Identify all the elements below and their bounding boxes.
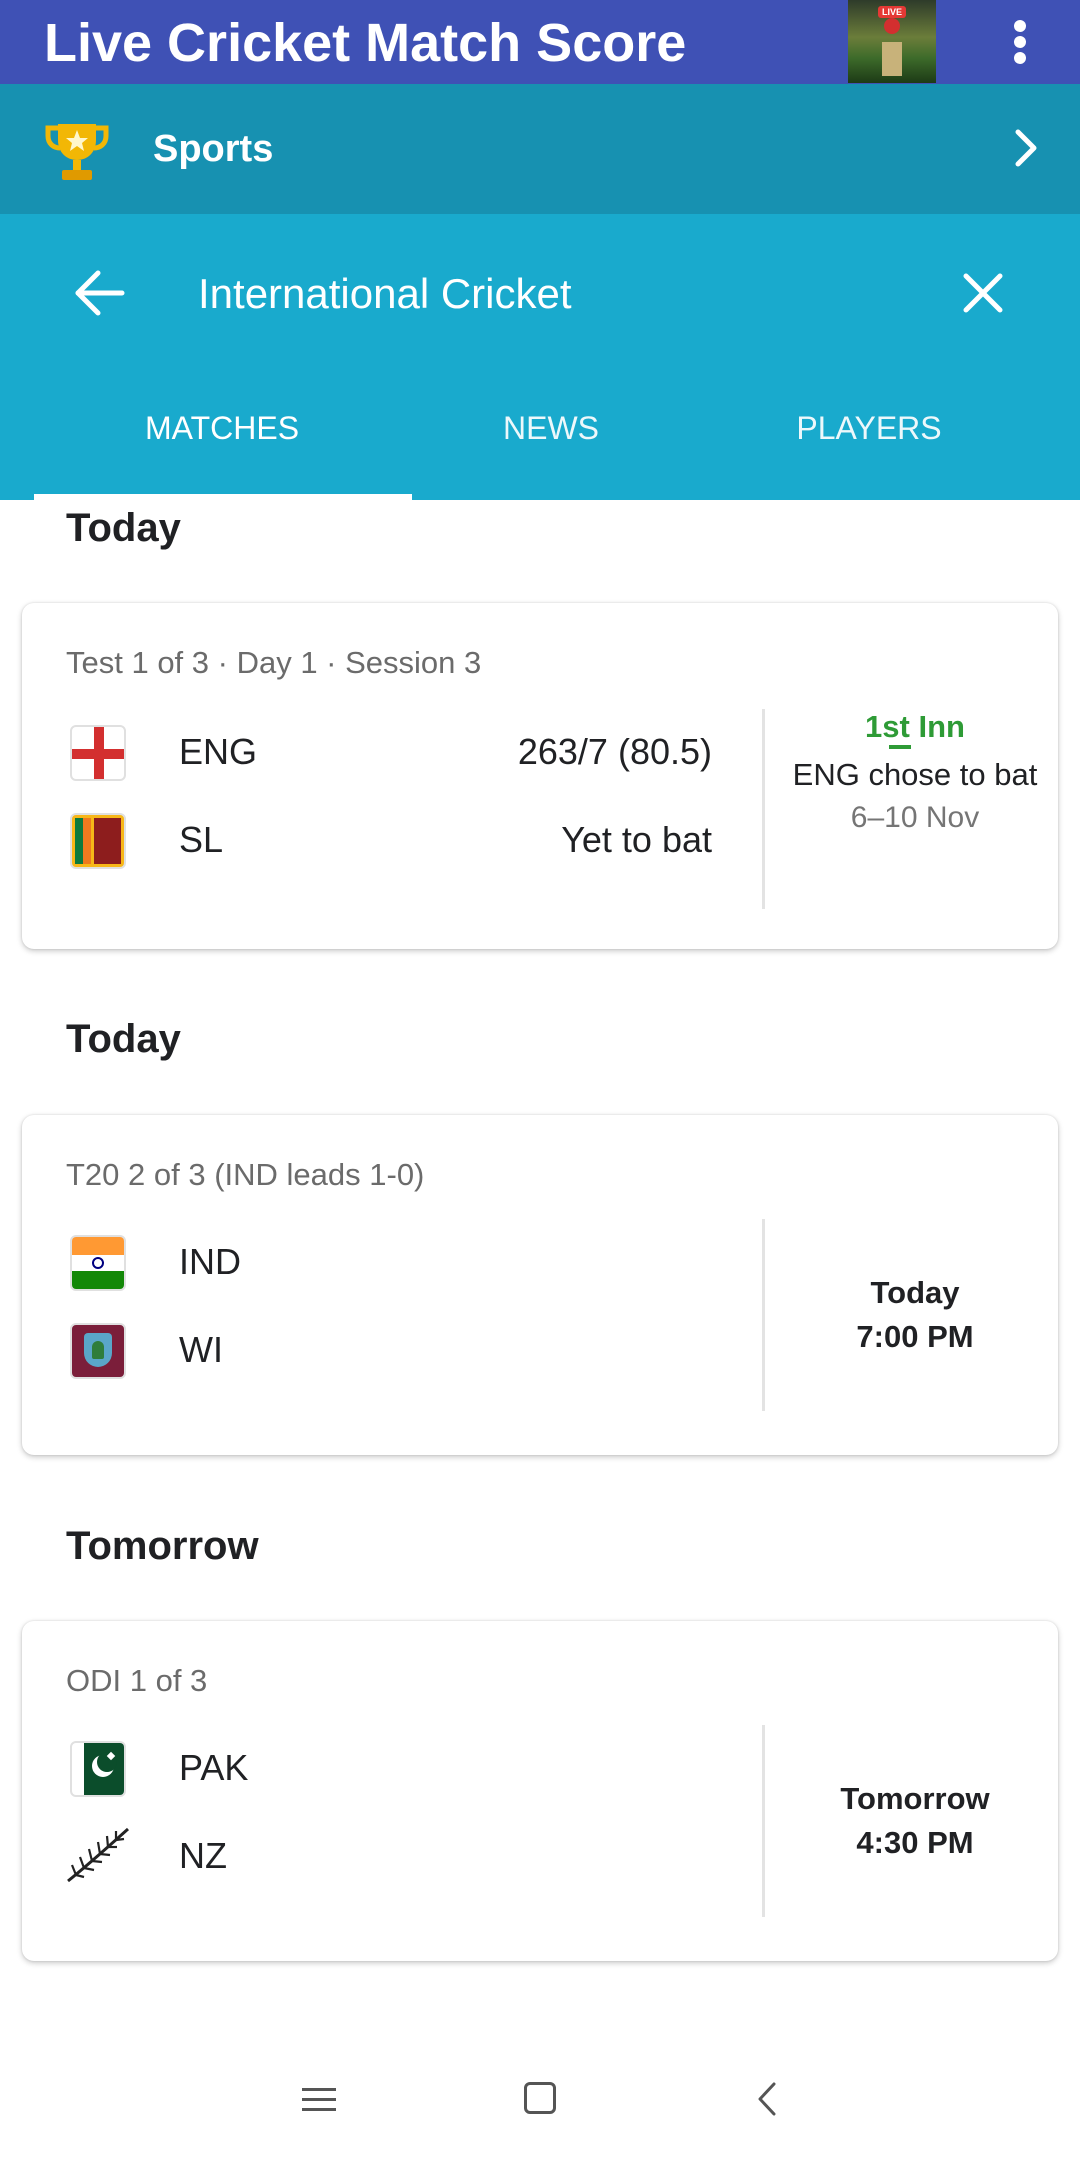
pitch-graphic: [882, 42, 902, 76]
team-name: WI: [179, 1329, 223, 1370]
new-zealand-fern-icon: [67, 1827, 130, 1883]
search-header: International Cricket MATCHES NEWS PLAYE…: [0, 214, 1080, 500]
more-vert-icon[interactable]: [1000, 12, 1040, 72]
sri-lanka-flag-icon: [70, 813, 126, 869]
team-name: NZ: [179, 1835, 227, 1876]
tab-matches[interactable]: MATCHES: [34, 410, 410, 447]
section-title: Today: [66, 506, 181, 550]
innings-label: 1st Inn: [865, 709, 965, 744]
cricket-ball-icon: [884, 18, 900, 34]
match-dates: 6–10 Nov: [850, 801, 980, 834]
live-thumbnail[interactable]: LIVE: [848, 0, 936, 83]
tab-players[interactable]: PLAYERS: [692, 410, 1046, 447]
match-subtitle: ODI 1 of 3: [66, 1663, 208, 1698]
match-status: Tomorrow 4:30 PM: [792, 1777, 1038, 1865]
arrow-back-icon[interactable]: [70, 264, 128, 322]
section-title: Tomorrow: [66, 1524, 259, 1568]
england-flag-icon: [70, 725, 126, 781]
match-card[interactable]: Test 1 of 3 · Day 1 · Session 3 ENG 263/…: [22, 603, 1058, 949]
team-score: 263/7 (80.5): [517, 731, 712, 772]
nav-menu-icon[interactable]: [302, 2084, 336, 2116]
nav-back-icon[interactable]: [754, 2080, 780, 2118]
india-flag-icon: [70, 1235, 126, 1291]
trophy-icon: [45, 124, 109, 180]
team-score: Yet to bat: [561, 819, 712, 860]
west-indies-flag-icon: [70, 1323, 126, 1379]
match-day: Tomorrow: [840, 1781, 990, 1816]
team-name: IND: [179, 1241, 241, 1282]
tab-indicator: [34, 494, 412, 500]
match-card[interactable]: ODI 1 of 3 PAK NZ Tomorrow 4:30 PM: [22, 1621, 1058, 1961]
match-day: Today: [870, 1275, 960, 1310]
card-divider: [762, 1219, 765, 1411]
sports-bar[interactable]: Sports: [0, 84, 1080, 214]
team-name: SL: [179, 819, 224, 860]
match-time: 7:00 PM: [856, 1319, 974, 1354]
system-nav-bar: [0, 2060, 1080, 2160]
nav-home-icon[interactable]: [524, 2082, 556, 2114]
chevron-right-icon[interactable]: [1010, 128, 1042, 168]
card-divider: [762, 709, 765, 909]
tab-news[interactable]: NEWS: [410, 410, 692, 447]
card-divider: [762, 1725, 765, 1917]
match-subtitle: Test 1 of 3 · Day 1 · Session 3: [66, 645, 482, 680]
team-name: PAK: [179, 1747, 249, 1788]
live-badge: LIVE: [878, 6, 906, 18]
match-card[interactable]: T20 2 of 3 (IND leads 1-0) IND WI Today …: [22, 1115, 1058, 1455]
innings-underline: [889, 745, 911, 749]
app-bar: Live Cricket Match Score LIVE: [0, 0, 1080, 84]
app-title: Live Cricket Match Score: [44, 13, 687, 73]
close-icon[interactable]: [958, 268, 1008, 318]
match-subtitle: T20 2 of 3 (IND leads 1-0): [66, 1157, 425, 1192]
match-status: Today 7:00 PM: [792, 1271, 1038, 1359]
section-title: Today: [66, 1017, 181, 1061]
team-name: ENG: [179, 731, 258, 772]
sports-label: Sports: [153, 128, 274, 170]
page-title: International Cricket: [198, 270, 572, 317]
toss-decision: ENG chose to bat: [792, 757, 1038, 792]
match-status: 1st Inn ENG chose to bat 6–10 Nov: [792, 709, 1038, 835]
match-time: 4:30 PM: [856, 1825, 974, 1860]
pakistan-flag-icon: [70, 1741, 126, 1797]
